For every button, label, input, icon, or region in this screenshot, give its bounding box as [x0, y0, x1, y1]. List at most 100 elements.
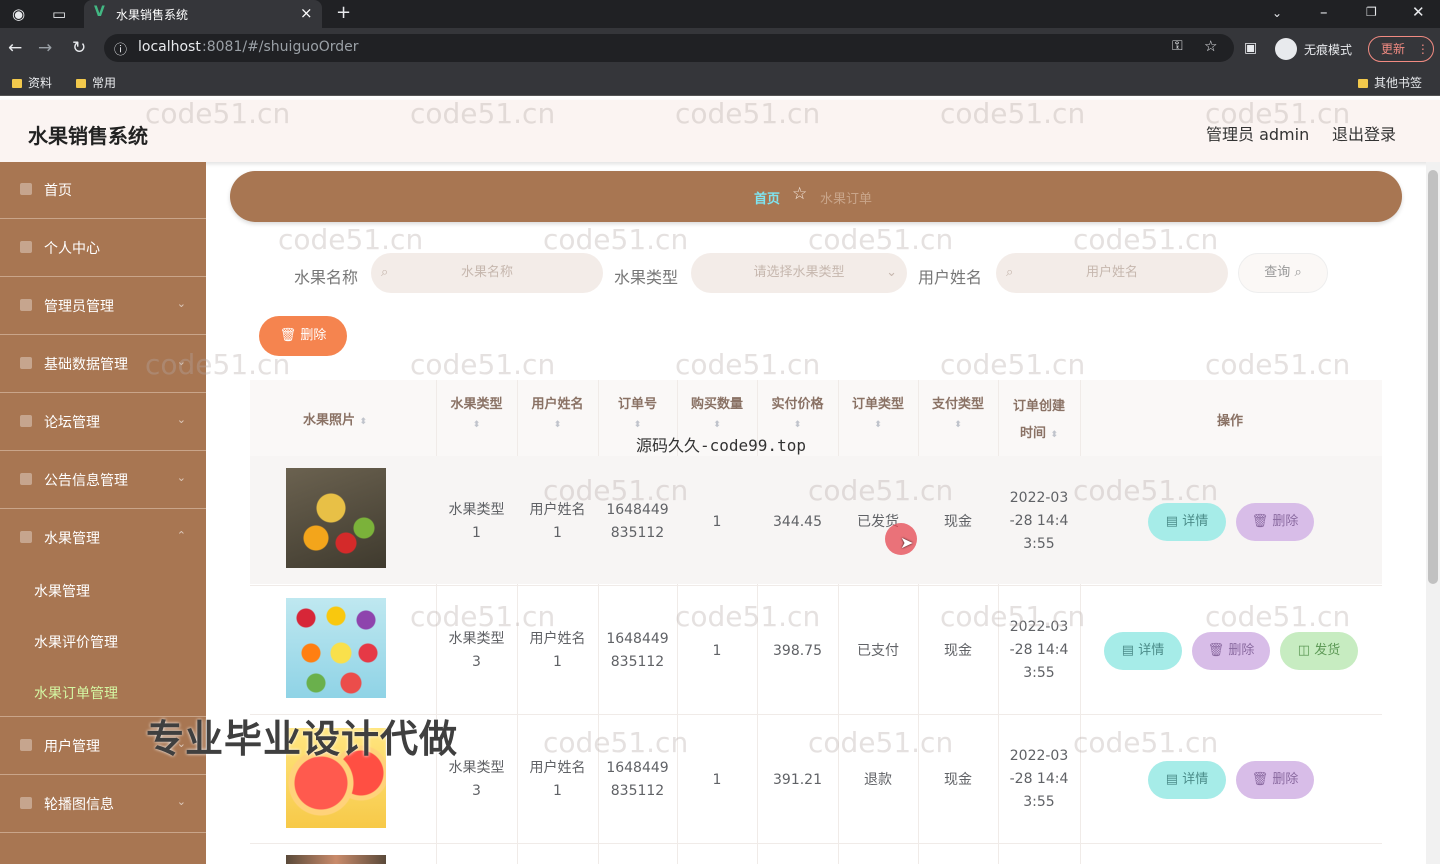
watermark-text: code51.cn [808, 726, 954, 759]
other-bookmarks[interactable]: 其他书签 [1358, 74, 1422, 91]
bookmark-star-icon[interactable]: ☆ [1204, 37, 1217, 55]
sidebar-item-admins[interactable]: 管理员管理 ⌄ [0, 277, 206, 335]
scrollbar-thumb[interactable] [1428, 170, 1438, 584]
browser-globe-icon[interactable]: ◉ [12, 4, 25, 24]
watermark-text: code51.cn [675, 348, 821, 381]
reload-icon[interactable]: ↻ [72, 38, 86, 58]
notice-icon [20, 473, 32, 485]
column-header-type[interactable]: 水果类型 ⬍ [436, 393, 517, 430]
breadcrumb-current: 水果订单 [820, 192, 873, 207]
delete-button[interactable]: 🗑 删除 [1236, 503, 1314, 541]
trash-icon: 🗑 [279, 328, 297, 343]
incognito-label[interactable]: 无痕模式 [1304, 41, 1352, 58]
column-header-user[interactable]: 用户姓名 ⬍ [517, 393, 598, 430]
cell-qty: 1 [712, 643, 722, 659]
ship-button[interactable]: ◫ 发货 [1280, 632, 1358, 670]
column-header-photo[interactable]: 水果照片 ⬍ [290, 409, 380, 428]
update-label: 更新 [1381, 42, 1406, 56]
cell-user-name: 用户姓名 1 [529, 631, 586, 670]
submenu-fruit-review[interactable]: 水果评价管理 [34, 632, 118, 652]
sidebar-item-carousel[interactable]: 轮播图信息 ⌄ [0, 775, 206, 833]
delete-button[interactable]: 🗑 删除 [1236, 761, 1314, 799]
users-icon [20, 739, 32, 751]
watermark-text: code51.cn [675, 97, 821, 130]
submenu-fruit-manage[interactable]: 水果管理 [34, 581, 90, 601]
watermark-text: code51.cn [410, 348, 556, 381]
chevron-down-icon: ⌄ [176, 471, 186, 484]
chevron-down-icon: ⌄ [886, 265, 897, 280]
sidebar-item-profile[interactable]: 个人中心 [0, 219, 206, 277]
window-minimize-icon[interactable]: – [1320, 2, 1328, 22]
chevron-down-icon: ⌄ [176, 795, 186, 808]
address-bar[interactable]: ⓘ localhost :8081/#/shuiguoOrder ⚿ ☆ [104, 34, 1234, 62]
window-restore-icon[interactable]: ❐ [1366, 2, 1377, 22]
watermark-text: code51.cn [940, 348, 1086, 381]
watermark-text: code51.cn [1073, 726, 1219, 759]
sort-icon: ⬍ [359, 417, 368, 427]
search-icon: ⌕ [1294, 265, 1302, 280]
back-icon[interactable]: ← [8, 38, 22, 58]
carousel-icon [20, 797, 32, 809]
watermark-text: code51.cn [543, 726, 689, 759]
delete-button[interactable]: 🗑 删除 [1192, 632, 1270, 670]
document-icon: ▤ [1121, 643, 1135, 658]
sidepanel-icon[interactable]: ▣ [1244, 38, 1257, 58]
new-tab-icon[interactable]: + [336, 3, 351, 23]
cell-qty: 1 [712, 772, 722, 788]
cell-pay-type: 现金 [944, 643, 972, 659]
cell-price: 391.21 [773, 772, 822, 788]
sort-icon: ⬍ [954, 420, 962, 430]
sort-icon: ⬍ [713, 420, 721, 430]
search-icon: ⌕ [1006, 265, 1014, 280]
column-header-pay-type[interactable]: 支付类型 ⬍ [918, 393, 998, 430]
cell-qty: 1 [712, 514, 722, 530]
detail-button[interactable]: ▤ 详情 [1104, 632, 1182, 670]
sidebar-item-forum[interactable]: 论坛管理 ⌄ [0, 393, 206, 451]
fruit-type-select[interactable]: 请选择水果类型 ⌄ [691, 253, 907, 293]
folder-icon [12, 79, 22, 88]
site-info-icon[interactable]: ⓘ [114, 39, 127, 58]
vue-logo-icon: V [94, 4, 105, 20]
watermark-text: code51.cn [1205, 97, 1351, 130]
browser-tab-list-icon[interactable]: ▭ [52, 4, 66, 24]
bookmark-folder-ziliao[interactable]: 资料 [12, 74, 52, 91]
column-header-order-type[interactable]: 订单类型 ⬍ [838, 393, 918, 430]
sidebar-item-fruit[interactable]: 水果管理 ⌃ [0, 509, 206, 567]
watermark-text: code51.cn [1073, 223, 1219, 256]
watermark-text: code51.cn [675, 600, 821, 633]
column-header-created[interactable]: 订单创建 时间 ⬍ [1004, 393, 1074, 449]
breadcrumb-home[interactable]: 首页 [754, 188, 780, 207]
window-close-icon[interactable]: ✕ [1412, 2, 1425, 22]
forward-icon[interactable]: → [38, 38, 52, 58]
forum-icon [20, 415, 32, 427]
sidebar-item-home[interactable]: 首页 [0, 161, 206, 219]
tab-search-chevron-icon[interactable]: ⌄ [1272, 3, 1282, 23]
trash-icon: 🗑 [1207, 643, 1225, 658]
sort-icon: ⬍ [1050, 430, 1059, 440]
user-name-input[interactable]: ⌕ 用户姓名 [996, 253, 1228, 293]
detail-button[interactable]: ▤ 详情 [1148, 761, 1226, 799]
column-header-order-no[interactable]: 订单号 ⬍ [598, 393, 677, 430]
column-header-price[interactable]: 实付价格 ⬍ [757, 393, 838, 430]
browser-tab[interactable]: V 水果销售系统 × [84, 0, 322, 28]
bookmarks-bar [0, 68, 1440, 96]
bookmark-folder-changyong[interactable]: 常用 [76, 74, 116, 91]
column-header-qty[interactable]: 购买数量 ⬍ [677, 393, 757, 430]
tab-close-icon[interactable]: × [300, 4, 313, 22]
update-button[interactable]: 更新 ⋮ [1368, 36, 1434, 62]
sidebar-item-notice[interactable]: 公告信息管理 ⌄ [0, 451, 206, 509]
cell-pay-type: 现金 [944, 772, 972, 788]
submenu-fruit-order[interactable]: 水果订单管理 [34, 683, 118, 703]
folder-icon [76, 79, 86, 88]
detail-button[interactable]: ▤ 详情 [1148, 503, 1226, 541]
cell-order-no: 1648449 835112 [606, 760, 669, 799]
cell-user-name: 用户姓名 1 [529, 760, 586, 799]
column-header-ops: 操作 [1216, 414, 1243, 429]
admin-icon [20, 299, 32, 311]
fruit-name-input[interactable]: ⌕ 水果名称 [371, 253, 603, 293]
query-button[interactable]: 查询 ⌕ [1238, 253, 1328, 293]
watermark-text: code51.cn [940, 97, 1086, 130]
user-icon [20, 241, 32, 253]
cell-fruit-type: 水果类型 3 [448, 760, 505, 799]
key-icon[interactable]: ⚿ [1172, 38, 1183, 54]
